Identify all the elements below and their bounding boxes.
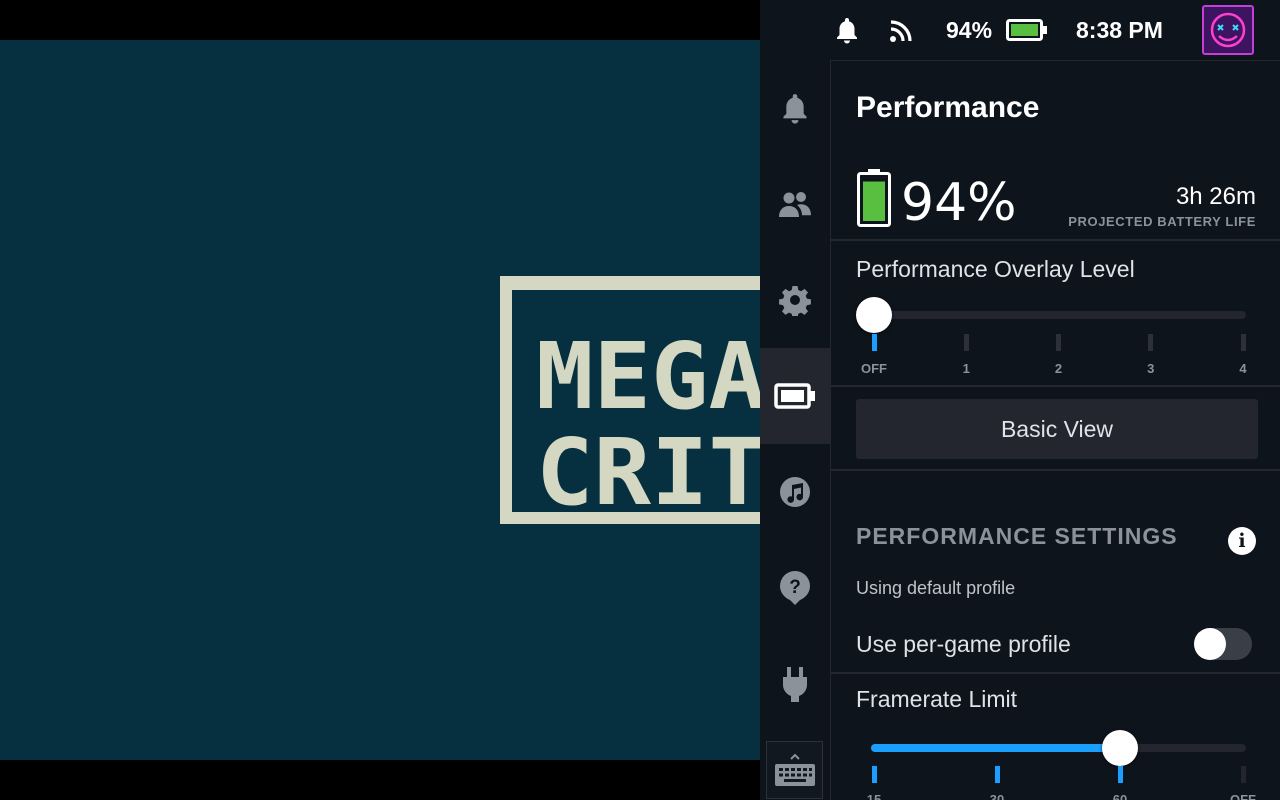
divider — [831, 385, 1280, 387]
music-icon — [780, 477, 810, 507]
projected-battery-time: 3h 26m — [1175, 183, 1256, 210]
framerate-limit-handle[interactable] — [1102, 730, 1138, 766]
slider-tick-label: OFF — [861, 361, 887, 376]
slider-tick — [1056, 334, 1061, 351]
slider-tick-label: 4 — [1239, 361, 1247, 376]
per-game-profile-toggle[interactable] — [1194, 628, 1252, 660]
slider-tick-label: 3 — [1147, 361, 1155, 376]
megacrit-logo: MEGA CRIT — [500, 276, 760, 524]
battery-percent-large: 94% — [901, 173, 1017, 233]
overlay-level-handle[interactable] — [856, 297, 892, 333]
user-avatar[interactable] — [1202, 5, 1254, 55]
per-game-profile-label: Use per-game profile — [856, 631, 1071, 657]
gear-icon — [779, 286, 811, 316]
overlay-level-label: Performance Overlay Level — [856, 256, 1135, 282]
game-screen: MEGA CRIT — [0, 40, 760, 760]
keyboard-button[interactable] — [766, 741, 823, 799]
framerate-limit-fill — [871, 744, 1119, 752]
svg-text:?: ? — [789, 577, 801, 598]
wifi-icon — [888, 0, 916, 60]
battery-icon — [1006, 0, 1048, 60]
slider-tick — [994, 766, 1000, 783]
battery-percent: 94% — [946, 16, 993, 43]
info-icon[interactable]: i — [1228, 527, 1256, 555]
profile-status-text: Using default profile — [856, 578, 1016, 598]
slider-tick — [1240, 766, 1246, 783]
keyboard-icon — [774, 753, 815, 786]
slider-tick — [871, 766, 877, 783]
slider-tick-label: 30 — [989, 792, 1005, 800]
friends-icon — [779, 192, 811, 217]
nav-help[interactable]: ? — [760, 540, 830, 636]
slider-tick-label: 1 — [962, 361, 970, 376]
slider-tick-label: 60 — [1112, 792, 1128, 800]
plug-icon — [783, 667, 807, 702]
nav-performance[interactable] — [760, 348, 830, 444]
slider-tick — [1117, 766, 1123, 783]
projected-battery-label: PROJECTED BATTERY LIFE — [1068, 214, 1256, 229]
slider-tick — [1148, 334, 1154, 351]
divider — [831, 239, 1280, 241]
quick-access-nav: ? — [760, 60, 830, 800]
slider-tick-label: 15 — [866, 792, 882, 800]
slider-tick — [871, 334, 877, 351]
help-icon: ? — [780, 571, 810, 605]
framerate-limit-label: Framerate Limit — [856, 686, 1018, 712]
nav-music[interactable] — [760, 444, 830, 540]
battery-large-icon — [857, 169, 891, 227]
divider — [831, 672, 1280, 674]
slider-tick-label: OFF — [1230, 792, 1256, 800]
page-title: Performance — [856, 91, 1040, 124]
slider-tick — [963, 334, 969, 351]
overlay-level-slider[interactable] — [871, 311, 1246, 319]
nav-notifications[interactable] — [760, 60, 830, 156]
performance-settings-heading: PERFORMANCE SETTINGS — [856, 523, 1178, 549]
svg-text:CRIT: CRIT — [536, 419, 760, 524]
status-bar: 94% 8:38 PM — [760, 0, 1280, 60]
game-view: MEGA CRIT — [0, 0, 760, 800]
slider-tick — [1240, 334, 1246, 351]
slider-tick-label: 2 — [1054, 361, 1063, 376]
toggle-knob — [1194, 628, 1226, 660]
nav-settings[interactable] — [760, 252, 830, 348]
nav-friends[interactable] — [760, 156, 830, 252]
nav-plugins[interactable] — [760, 636, 830, 732]
battery-icon — [774, 383, 815, 409]
performance-panel: Performance 94% 3h 26m PROJECTED BATTERY… — [830, 60, 1280, 800]
bell-icon — [783, 94, 807, 124]
basic-view-button[interactable]: Basic View — [856, 399, 1258, 459]
divider — [831, 469, 1280, 471]
svg-text:MEGA: MEGA — [536, 323, 760, 430]
bell-icon[interactable] — [834, 0, 860, 60]
clock: 8:38 PM — [1076, 16, 1163, 43]
